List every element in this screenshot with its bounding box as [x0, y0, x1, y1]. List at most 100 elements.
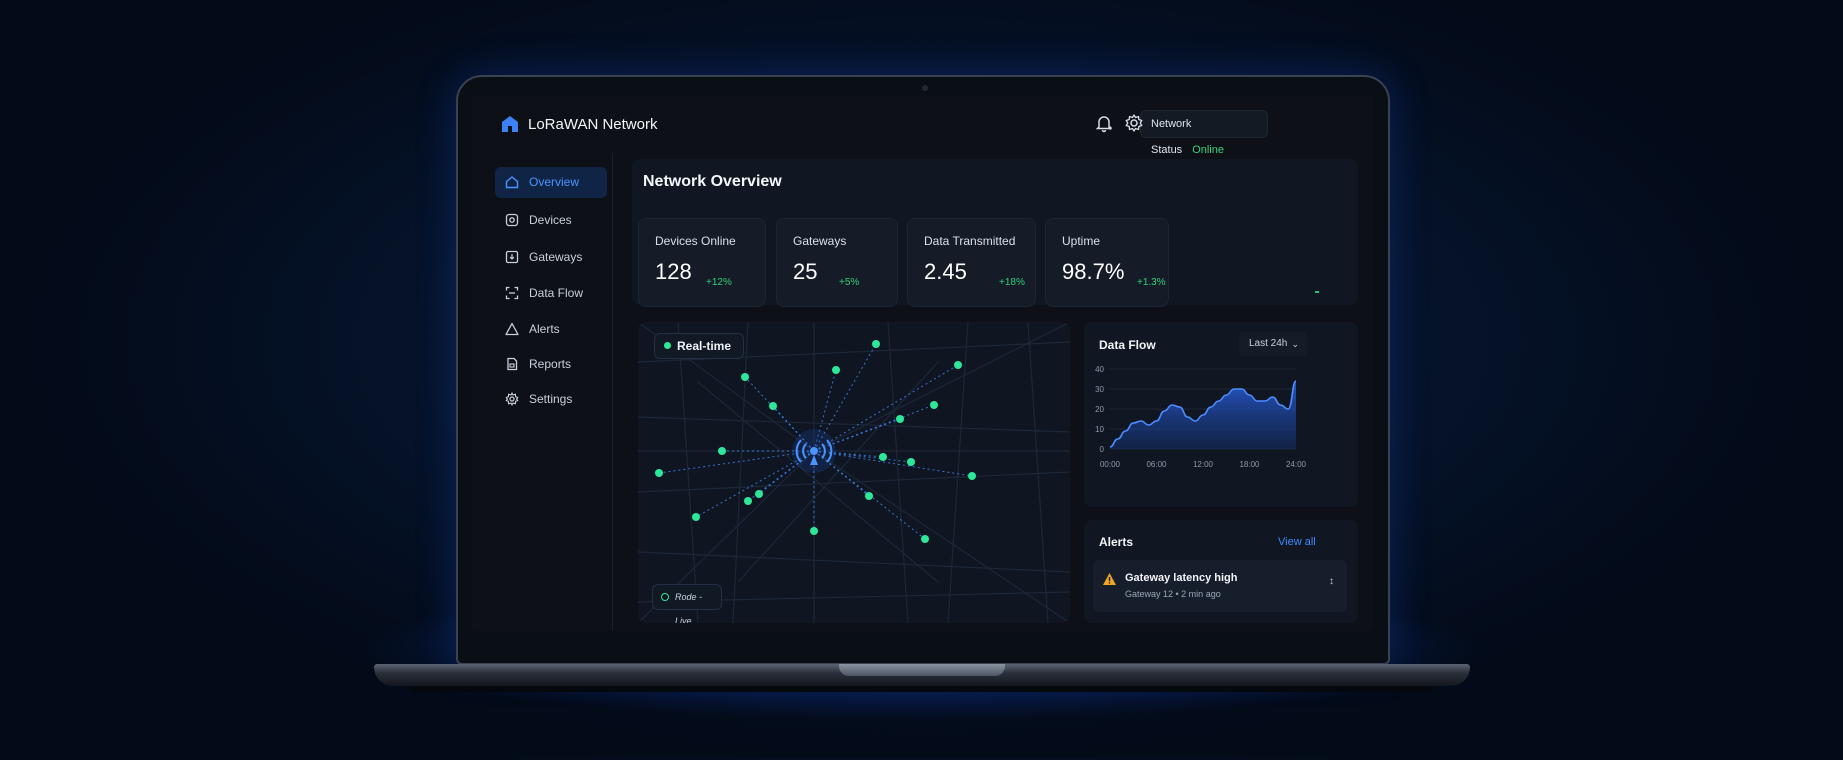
page-title: Network Overview	[643, 173, 782, 190]
live-dot	[664, 342, 671, 349]
map-street	[677, 322, 699, 623]
top-bar: LoRaWAN Network Network Status Online	[472, 95, 1374, 156]
stat-label: Data Transmitted	[924, 234, 1016, 248]
alert-title: Gateway latency high	[1125, 572, 1238, 584]
home-icon	[502, 116, 518, 132]
sidebar-item-label: Alerts	[529, 322, 560, 336]
stat-label: Devices Online	[655, 234, 736, 248]
sidebar-item-gateways[interactable]: Gateways	[495, 242, 607, 273]
chart-y-tick-label: 10	[1095, 425, 1104, 434]
map-node	[741, 373, 749, 381]
bell-icon[interactable]	[1094, 113, 1114, 133]
sidebar-item-label: Devices	[529, 213, 572, 227]
stat-delta: +5%	[839, 277, 860, 288]
map-node	[879, 453, 887, 461]
map-node	[718, 447, 726, 455]
map-street	[887, 322, 909, 623]
map-node	[907, 458, 915, 466]
map-street	[1027, 322, 1049, 623]
stat-card-uptime[interactable]: Uptime 98.7% +1.3%	[1045, 218, 1169, 307]
stat-card-data-transmitted[interactable]: Data Transmitted 2.45 +18%	[907, 218, 1036, 307]
sidebar-item-label: Reports	[529, 357, 572, 371]
chart-x-tick-label: 00:00	[1100, 460, 1121, 469]
chart-x-tick-label: 12:00	[1193, 460, 1214, 469]
chart-x-tick-label: 06:00	[1146, 460, 1167, 469]
chevron-updown-icon[interactable]: ↕	[1329, 576, 1334, 587]
map-street	[732, 322, 749, 623]
network-map[interactable]: Real-time Rode - Live	[638, 322, 1070, 623]
sidebar-item-settings[interactable]: Settings	[495, 384, 607, 415]
realtime-label: Real-time	[677, 339, 732, 353]
realtime-badge[interactable]: Real-time	[654, 333, 744, 359]
antenna-icon[interactable]	[792, 429, 836, 473]
chart-y-tick-label: 20	[1095, 405, 1104, 414]
stat-value: 25	[793, 259, 818, 284]
map-node	[954, 361, 962, 369]
laptop-shadow	[410, 686, 1434, 692]
map-street	[697, 381, 939, 583]
alert-subtitle: Gateway 12 • 2 min ago	[1125, 589, 1221, 599]
data-flow-chart: 0 10 20 30 40 00:00 06:00 12:00 18:00 24:00	[1095, 365, 1307, 469]
stat-value: 128	[655, 259, 692, 284]
map-node	[865, 492, 873, 500]
stat-indicator	[1315, 291, 1319, 293]
sidebar-item-reports[interactable]: Reports	[495, 349, 607, 380]
chart-x-tick-label: 24:00	[1286, 460, 1307, 469]
home-icon	[505, 176, 519, 189]
stat-card-devices-online[interactable]: Devices Online 128 +12%	[638, 218, 766, 307]
webcam	[922, 85, 928, 91]
sidebar-item-overview[interactable]: Overview	[495, 167, 607, 198]
sidebar: Overview Devices Gateways Data Flow Aler…	[490, 153, 613, 631]
warning-icon	[505, 322, 519, 336]
node-status-ring	[661, 593, 669, 601]
alerts-title: Alerts	[1099, 535, 1134, 549]
stat-card-gateways[interactable]: Gateways 25 +5%	[776, 218, 898, 307]
gear-icon	[505, 392, 519, 406]
sidebar-item-label: Data Flow	[529, 286, 584, 300]
stat-value: 98.7%	[1062, 259, 1125, 284]
scan-icon	[505, 286, 519, 300]
map-street	[638, 416, 1070, 433]
network-status-value: Online	[1192, 144, 1224, 156]
warning-icon	[1103, 573, 1116, 585]
gear-icon[interactable]	[1124, 113, 1144, 133]
map-node	[655, 469, 663, 477]
map-street	[638, 551, 1070, 573]
laptop-notch	[839, 664, 1005, 676]
alert-item[interactable]: Gateway latency high Gateway 12 • 2 min …	[1093, 560, 1347, 612]
map-node	[930, 401, 938, 409]
signal-link	[658, 450, 815, 474]
chart-y-tick-label: 30	[1095, 385, 1104, 394]
map-node	[755, 490, 763, 498]
sidebar-item-data-flow[interactable]: Data Flow	[495, 278, 607, 309]
map-canvas	[638, 322, 1070, 623]
map-street	[638, 471, 1070, 493]
stat-delta: +12%	[706, 277, 732, 288]
stat-delta: +18%	[999, 277, 1025, 288]
network-overview-panel: Network Overview Devices Online 128 +12%…	[632, 159, 1358, 307]
map-node	[872, 340, 880, 348]
map-street	[737, 361, 939, 583]
sidebar-item-alerts[interactable]: Alerts	[495, 314, 607, 345]
map-node	[810, 527, 818, 535]
app-title: LoRaWAN Network	[528, 116, 658, 133]
report-icon	[507, 357, 518, 371]
chart-y-tick-label: 40	[1095, 365, 1104, 374]
device-icon	[505, 213, 519, 227]
stat-delta: +1.3%	[1137, 277, 1166, 288]
map-node	[692, 513, 700, 521]
view-all-link[interactable]: View all	[1278, 536, 1316, 548]
sidebar-item-devices[interactable]: Devices	[495, 205, 607, 236]
stat-label: Gateways	[793, 234, 847, 248]
network-status-badge[interactable]: Network Status Online	[1140, 110, 1268, 156]
map-node	[744, 497, 752, 505]
map-node	[832, 366, 840, 374]
sidebar-item-label: Settings	[529, 392, 573, 406]
node-live-badge[interactable]: Rode - Live	[652, 584, 722, 623]
map-node	[968, 472, 976, 480]
map-node	[769, 402, 777, 410]
data-flow-panel: Data Flow Last 24h ⌄ 0 10 20 30 40 00:00 06:0…	[1084, 322, 1358, 507]
network-status-label: Network Status	[1151, 118, 1192, 156]
stat-label: Uptime	[1062, 234, 1101, 248]
gateway-icon	[505, 250, 519, 264]
